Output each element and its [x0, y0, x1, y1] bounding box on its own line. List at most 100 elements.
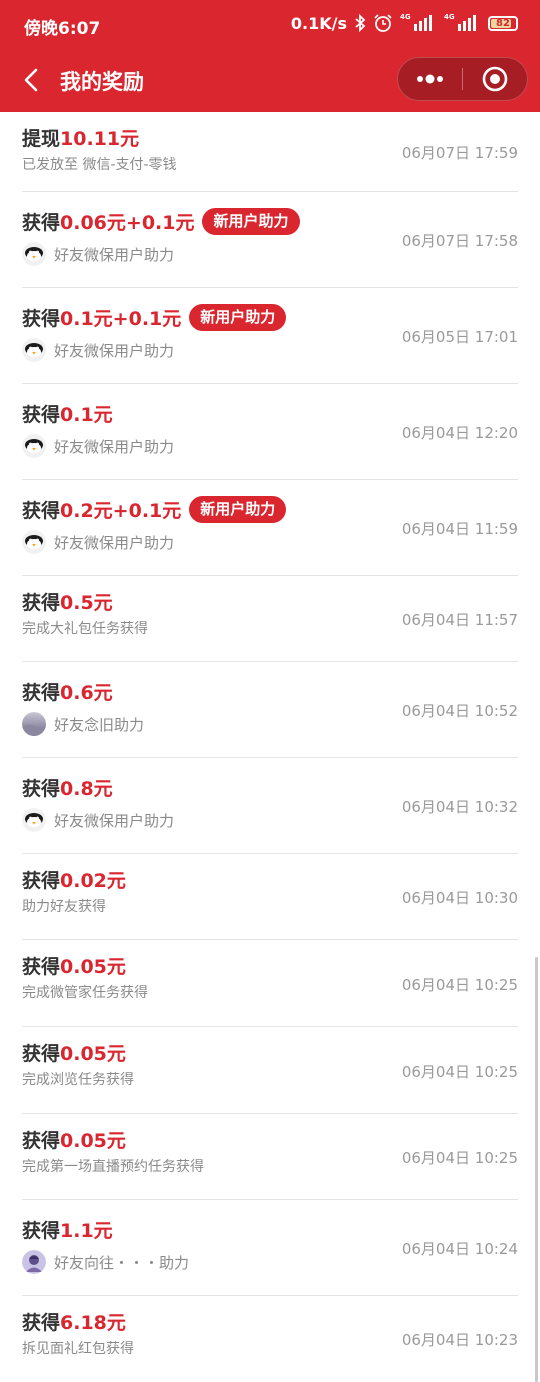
record-description: 好友念旧助力 — [22, 712, 144, 736]
record-type: 获得 — [22, 500, 61, 522]
status-icons: 0.1K/s 4G 4G 82 — [291, 13, 518, 33]
record-time: 06月04日 10:32 — [401, 798, 518, 816]
record-amount: 6.18元 — [60, 1312, 126, 1334]
friend-avatar — [22, 434, 46, 458]
friend-avatar — [22, 338, 46, 362]
description-text: 好友微保用户助力 — [54, 245, 175, 264]
record-description: 好友微保用户助力 — [22, 808, 174, 832]
record-type: 获得 — [22, 404, 61, 426]
signal-icon: 4G — [400, 13, 437, 31]
record-title: 获得 0.06元+0.1元 新用户助力 — [22, 208, 300, 235]
record-title: 获得 0.1元 — [22, 400, 113, 427]
new-user-badge: 新用户助力 — [202, 208, 300, 235]
record-title: 提现 10.11元 — [22, 124, 139, 151]
record-type: 获得 — [22, 592, 61, 614]
record-type: 获得 — [22, 956, 61, 978]
record-amount: 0.2元+0.1元 — [60, 500, 182, 522]
record-time: 06月04日 10:25 — [401, 976, 518, 994]
back-button[interactable] — [18, 64, 48, 96]
description-text: 完成微管家任务获得 — [22, 985, 148, 1001]
description-text: 完成第一场直播预约任务获得 — [22, 1159, 204, 1175]
record-title: 获得 0.05元 — [22, 1039, 126, 1066]
record-description: 拆见面礼红包获得 — [22, 1338, 134, 1358]
record-amount: 0.02元 — [60, 870, 126, 892]
reward-record: 获得 0.1元+0.1元 新用户助力 好友微保用户助力 06月05日 17:01 — [22, 288, 518, 384]
description-text: 已发放至 微信-支付-零钱 — [22, 157, 177, 173]
status-bar: 傍晚6:07 0.1K/s 4G 4G 82 — [0, 0, 540, 48]
friend-avatar — [22, 242, 46, 266]
signal-icon: 4G — [444, 13, 481, 31]
reward-record: 获得 0.05元完成浏览任务获得 06月04日 10:25 — [22, 1027, 518, 1114]
record-type: 获得 — [22, 1312, 61, 1334]
nav-bar: 我的奖励 — [0, 48, 540, 112]
reward-record: 提现 10.11元已发放至 微信-支付-零钱 06月07日 17:59 — [22, 112, 518, 192]
reward-record: 获得 1.1元 好友向往・・・助力 06月04日 10:24 — [22, 1200, 518, 1296]
record-type: 获得 — [22, 1130, 61, 1152]
scrollbar[interactable] — [535, 957, 538, 1382]
reward-record: 获得 0.02元助力好友获得 06月04日 10:30 — [22, 854, 518, 940]
record-description: 好友微保用户助力 — [22, 530, 174, 554]
friend-avatar — [22, 808, 46, 832]
target-circle-icon — [482, 66, 508, 92]
record-amount: 1.1元 — [60, 1220, 113, 1242]
record-amount: 0.6元 — [60, 682, 113, 704]
battery-icon: 82 — [488, 15, 518, 31]
record-amount: 0.05元 — [60, 1130, 126, 1152]
record-description: 好友微保用户助力 — [22, 434, 174, 458]
description-text: 好友向往・・・助力 — [54, 1253, 190, 1272]
record-type: 获得 — [22, 308, 61, 330]
status-time: 傍晚6:07 — [24, 19, 101, 39]
description-text: 好友微保用户助力 — [54, 437, 175, 456]
reward-record: 获得 0.8元好友微保用户助力 06月04日 10:32 — [22, 758, 518, 854]
record-description: 好友微保用户助力 — [22, 242, 174, 266]
record-title: 获得 0.05元 — [22, 1126, 126, 1153]
new-user-badge: 新用户助力 — [189, 496, 287, 523]
record-type: 获得 — [22, 212, 61, 234]
record-amount: 0.8元 — [60, 778, 113, 800]
record-description: 好友微保用户助力 — [22, 338, 174, 362]
reward-record: 获得 0.05元完成微管家任务获得 06月04日 10:25 — [22, 940, 518, 1027]
record-title: 获得 1.1元 — [22, 1216, 113, 1243]
record-time: 06月04日 12:20 — [401, 424, 518, 442]
record-time: 06月04日 10:30 — [401, 889, 518, 907]
record-type: 提现 — [22, 128, 61, 150]
record-title: 获得 6.18元 — [22, 1308, 126, 1335]
record-description: 完成微管家任务获得 — [22, 982, 148, 1002]
description-text: 好友念旧助力 — [54, 715, 145, 734]
new-user-badge: 新用户助力 — [189, 304, 287, 331]
record-amount: 0.1元+0.1元 — [60, 308, 182, 330]
record-amount: 0.05元 — [60, 1043, 126, 1065]
description-text: 完成大礼包任务获得 — [22, 621, 148, 637]
reward-record: 获得 6.18元 拆见面礼红包获得 06月04日 10:23 — [22, 1296, 518, 1382]
reward-record: 获得 0.1元好友微保用户助力 06月04日 12:20 — [22, 384, 518, 480]
record-title: 获得 0.02元 — [22, 866, 126, 893]
description-text: 完成浏览任务获得 — [22, 1072, 134, 1088]
record-amount: 0.06元+0.1元 — [60, 212, 195, 234]
description-text: 好友微保用户助力 — [54, 533, 175, 552]
record-time: 06月04日 11:59 — [401, 520, 518, 538]
close-button[interactable] — [463, 58, 527, 100]
description-text: 拆见面礼红包获得 — [22, 1341, 134, 1357]
record-amount: 0.05元 — [60, 956, 126, 978]
description-text: 助力好友获得 — [22, 899, 106, 915]
chevron-left-icon — [24, 68, 38, 92]
record-time: 06月07日 17:59 — [401, 144, 518, 162]
reward-record: 获得 0.6元 好友念旧助力 06月04日 10:52 — [22, 662, 518, 758]
more-button[interactable] — [398, 58, 462, 100]
miniprogram-capsule — [397, 57, 528, 101]
record-type: 获得 — [22, 778, 61, 800]
more-dots-icon — [417, 74, 443, 84]
page-title: 我的奖励 — [60, 70, 144, 94]
record-amount: 0.1元 — [60, 404, 113, 426]
record-title: 获得 0.05元 — [22, 952, 126, 979]
record-time: 06月07日 17:58 — [401, 232, 518, 250]
record-title: 获得 0.1元+0.1元 新用户助力 — [22, 304, 287, 331]
record-time: 06月05日 17:01 — [401, 328, 518, 346]
friend-avatar — [22, 1250, 46, 1274]
record-amount: 10.11元 — [60, 128, 140, 150]
record-time: 06月04日 11:57 — [401, 611, 518, 629]
record-time: 06月04日 10:25 — [401, 1063, 518, 1081]
reward-record: 获得 0.2元+0.1元 新用户助力 好友微保用户助力 06月04日 11:59 — [22, 480, 518, 576]
record-description: 已发放至 微信-支付-零钱 — [22, 154, 177, 174]
reward-record: 获得 0.05元 完成第一场直播预约任务获得 06月04日 10:25 — [22, 1114, 518, 1200]
